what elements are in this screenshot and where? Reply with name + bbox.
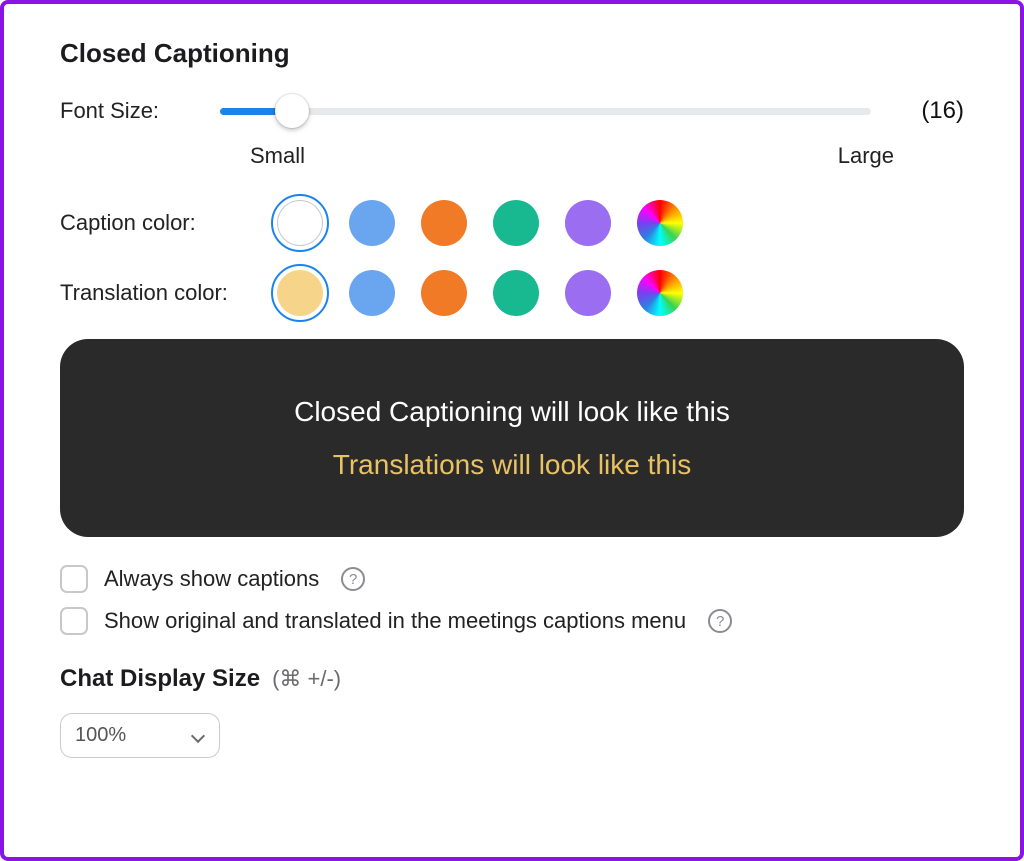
- font-size-label: Font Size:: [60, 98, 190, 124]
- color-swatch-gold[interactable]: [276, 269, 324, 317]
- caption-color-row: Caption color:: [60, 199, 964, 247]
- color-swatch-blue[interactable]: [348, 199, 396, 247]
- font-size-value: (16): [921, 97, 964, 125]
- section-title: Closed Captioning: [60, 38, 964, 69]
- scale-small-label: Small: [250, 143, 305, 169]
- caption-color-swatches: [276, 199, 684, 247]
- font-size-row: Font Size: (16): [60, 97, 964, 125]
- chat-display-size-title: Chat Display Size: [60, 665, 260, 693]
- translation-color-swatches: [276, 269, 684, 317]
- color-swatch-white[interactable]: [276, 199, 324, 247]
- font-size-scale: Small Large: [250, 143, 894, 169]
- chat-display-size-select[interactable]: 100%: [60, 713, 220, 758]
- slider-thumb[interactable]: [275, 94, 309, 128]
- help-icon[interactable]: ?: [708, 609, 732, 633]
- translation-color-row: Translation color:: [60, 269, 964, 317]
- color-swatch-teal[interactable]: [492, 269, 540, 317]
- caption-color-label: Caption color:: [60, 210, 240, 236]
- show-original-checkbox[interactable]: [60, 607, 88, 635]
- always-show-checkbox[interactable]: [60, 565, 88, 593]
- chat-display-size-header: Chat Display Size (⌘ +/-): [60, 665, 964, 693]
- color-swatch-blue[interactable]: [348, 269, 396, 317]
- preview-caption-text: Closed Captioning will look like this: [80, 385, 944, 438]
- color-swatch-purple[interactable]: [564, 199, 612, 247]
- chat-display-shortcut: (⌘ +/-): [272, 666, 341, 692]
- font-size-slider[interactable]: [220, 108, 871, 115]
- color-swatch-purple[interactable]: [564, 269, 612, 317]
- slider-track: [220, 108, 871, 115]
- chat-display-size-value: 100%: [75, 724, 126, 747]
- scale-large-label: Large: [838, 143, 894, 169]
- color-swatch-orange[interactable]: [420, 269, 468, 317]
- translation-color-label: Translation color:: [60, 280, 240, 306]
- color-swatch-rainbow[interactable]: [636, 269, 684, 317]
- preview-translation-text: Translations will look like this: [80, 438, 944, 491]
- help-icon[interactable]: ?: [341, 567, 365, 591]
- show-original-label: Show original and translated in the meet…: [104, 608, 686, 634]
- always-show-row: Always show captions ?: [60, 565, 964, 593]
- chevron-down-icon: [191, 729, 205, 743]
- color-swatch-teal[interactable]: [492, 199, 540, 247]
- caption-preview: Closed Captioning will look like this Tr…: [60, 339, 964, 537]
- color-swatch-orange[interactable]: [420, 199, 468, 247]
- always-show-label: Always show captions: [104, 566, 319, 592]
- show-original-row: Show original and translated in the meet…: [60, 607, 964, 635]
- color-swatch-rainbow[interactable]: [636, 199, 684, 247]
